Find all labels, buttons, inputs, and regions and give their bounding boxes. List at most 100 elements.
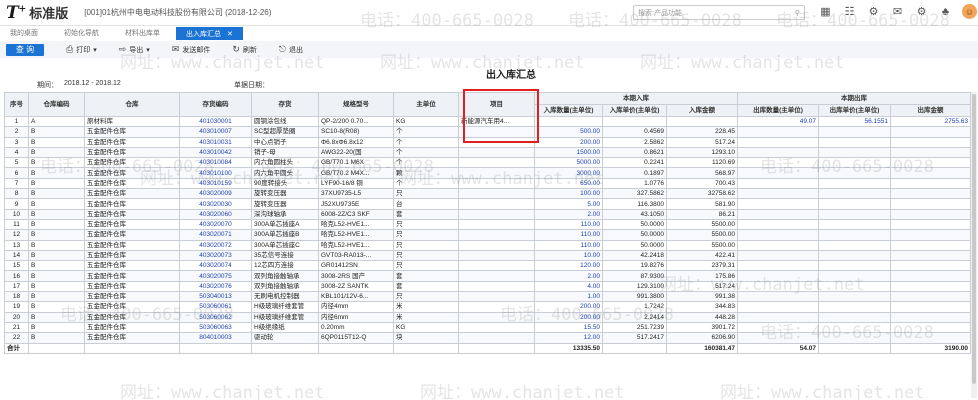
cell-unit: 个 [393,177,459,190]
close-icon[interactable]: ✕ [227,30,233,38]
cell-wh-code: B [28,188,85,200]
cell-inv-code: 401030001 [179,115,252,128]
cell-unit: 米 [393,311,459,323]
table-row[interactable]: 10 B 五金配件仓库 403020060 深沟球轴承 6008-2Z/C3 SKF 套 2.… [4,208,972,220]
table-row[interactable]: 16 B 五金配件仓库 403020075 双列角接触轴承 3008-2RS 国产套 2.0… [4,270,972,282]
email-button[interactable]: ✉ 发送邮件 [172,44,211,55]
cell-warehouse: 五金配件仓库 [84,167,180,179]
table-row[interactable]: 15 B 五金配件仓库 403020074 12芯四方连接 GR01412SN 只 120.0… [4,260,972,272]
table-row[interactable]: 11 B 五金配件仓库 403020070 300A单芯插座A 哈克L52-HVE1...… [4,218,972,231]
cell-project [458,198,535,210]
cell-inventory: 中心点销子 [251,136,319,148]
table-row[interactable]: 13 B 五金配件仓库 403020072 300A单芯插座C 哈克L52-HVE1...… [4,239,972,251]
search-input[interactable]: 搜索:产品功能 ⚲ [633,5,805,20]
avatar[interactable]: ☺ [962,4,977,19]
cell-project [458,239,535,251]
cell-seq: 4 [4,146,29,159]
cell-wh-code: B [28,146,85,159]
table-row[interactable]: 12 B 五金配件仓库 403020071 300A单芯插座B 哈克L52-HVE1...… [4,229,972,241]
total-empty-cell [28,342,85,354]
query-button[interactable]: 查 询 [6,43,44,56]
table-row[interactable]: 14 B 五金配件仓库 403020073 35芯信号连接 GVT03-RA013-...… [4,249,972,262]
app-logo: T+ [6,2,27,23]
table-row[interactable]: 3 B 五金配件仓库 403010031 中心点销子 Φ6.8xΦ6.8x12 个 200.0… [4,136,972,148]
col-out-qty: 出库数量(主单位) [737,104,820,117]
tab-desktop[interactable]: 我的桌面 [0,27,48,40]
cell-seq: 14 [4,249,29,262]
cell-project [458,229,535,241]
cell-spec: 内径4mm [318,301,394,313]
cell-in-price: 2.2414 [602,311,667,323]
cell-wh-code: B [28,177,85,190]
table-row[interactable]: 6 B 五金配件仓库 403010100 内六角平圆头 GB/T70.2 M4X... 颗 3… [4,167,972,179]
cell-spec: GB/T70.1 M6X [318,157,394,169]
table-row[interactable]: 5 B 五金配件仓库 403010084 内六角圆柱头 GB/T70.1 M6X 个 5000… [4,157,972,169]
cell-unit: 只 [393,229,459,241]
table-row[interactable]: 17 B 五金配件仓库 403020076 双列角接触轴承 3008-2Z SANTK 套 4… [4,280,972,293]
cell-unit: 个 [393,126,459,138]
cell-out-qty [737,332,820,344]
cell-in-amount: 5500.00 [665,218,739,231]
table-row[interactable]: 9 B 五金配件仓库 403020030 旋转变压器 J52XU9735E 台 5.00 116… [4,198,972,210]
settings-icon[interactable]: ⚙ [914,4,929,19]
vertical-scrollbar[interactable] [971,92,977,398]
cell-spec: GB/T70.2 M4X... [318,167,394,179]
tools-icon[interactable]: ⚙ [866,4,881,19]
cell-out-amount [890,332,972,344]
exit-button[interactable]: ⎋ 退出 [279,44,303,55]
tab-init-nav[interactable]: 初始化导航 [54,27,109,40]
cell-seq: 1 [4,115,29,128]
col-in-amount: 入库金额 [665,104,739,117]
notification-icon[interactable]: ♣ [938,4,953,19]
table-row[interactable]: 7 B 五金配件仓库 403010159 90度转接头 LYF90-16/8 铜个 650.… [4,177,972,190]
search-icon[interactable]: ⚲ [795,9,800,17]
col-spec: 规格型号 [318,92,394,117]
cell-warehouse: 五金配件仓库 [84,157,180,169]
cell-warehouse: 五金配件仓库 [84,208,180,220]
cell-inv-code: 503060062 [179,311,252,323]
table-row[interactable]: 2 B 五金配件仓库 403010007 SC型超厚垫圈 SC10-8(R08) 个 500.… [4,126,972,138]
print-button[interactable]: ⎙ 打印 ▾ [66,44,97,55]
tab-inout-summary[interactable]: 出入库汇总 ✕ [176,27,243,40]
tab-material-outbound[interactable]: 材料出库单 [115,27,170,40]
table-row[interactable]: 21 B 五金配件仓库 503060063 H级绝缘纸 0.20mm KG 15.50 251.… [4,321,972,334]
total-empty-cell [458,342,535,354]
table-row[interactable]: 8 B 五金配件仓库 403020009 旋转变压器 37XU9735-L5 只 100.00… [4,188,972,200]
cell-project [458,291,535,303]
cell-spec: GVT03-RA013-... [318,249,394,262]
cell-wh-code: B [28,332,85,344]
cell-unit: 套 [393,270,459,282]
total-empty-cell [179,342,252,354]
cell-in-price: 50.0000 [602,218,667,231]
cell-in-qty: 200.00 [534,311,603,323]
cell-warehouse: 五金配件仓库 [84,146,180,159]
cell-out-amount [890,291,972,303]
grid-icon[interactable]: ▦ [818,4,833,19]
cell-in-price: 42.2418 [602,249,667,262]
cell-unit: 个 [393,146,459,159]
col-out-price: 出库单价(主单位) [818,104,892,117]
table-row[interactable]: 4 B 五金配件仓库 403010042 销子-母 AWG22-20(国个 1500.00 0… [4,146,972,159]
table-row[interactable]: 18 B 五金配件仓库 503040013 无刷电机控制器 KBL101/12V-6...… [4,291,972,303]
message-icon[interactable]: ✉ [890,4,905,19]
cell-out-qty [737,270,820,282]
cell-unit: 台 [393,198,459,210]
cell-out-qty: 49.07 [737,115,820,128]
toolbar: 查 询 ⎙ 打印 ▾ ⇨ 导出 ▾ ✉ 发送邮件 ↻ 刷新 ⎋ 退出 [0,41,978,58]
cell-wh-code: B [28,301,85,313]
refresh-button[interactable]: ↻ 刷新 [232,44,257,55]
col-in-price: 入库单价(主单位) [602,104,667,117]
calculator-icon[interactable]: ☷ [842,4,857,19]
table-row[interactable]: 22 B 五金配件仓库 804010003 驱动轮 6QP0115T12-Q 块 12.00 5… [4,332,972,344]
export-label: 导出 [129,46,144,54]
cell-wh-code: B [28,157,85,169]
cell-inv-code: 403020009 [179,188,252,200]
table-row[interactable]: 19 B 五金配件仓库 503060061 H级玻璃纤维套管 内径4mm 米 200.00 1.… [4,301,972,313]
print-label: 打印 [76,46,91,54]
scrollbar-thumb[interactable] [972,94,976,384]
exit-icon: ⎋ [278,44,286,54]
table-row[interactable]: 20 B 五金配件仓库 503060062 H级玻璃纤维套管 内径6mm 米 200.00 2.… [4,311,972,323]
cell-in-price: 251.7239 [602,321,667,334]
table-row[interactable]: 1 A 原材料库 401030001 圆钢涂包线 QP-2/200 0.70... KG 新能… [4,115,972,128]
export-button[interactable]: ⇨ 导出 ▾ [119,44,150,55]
